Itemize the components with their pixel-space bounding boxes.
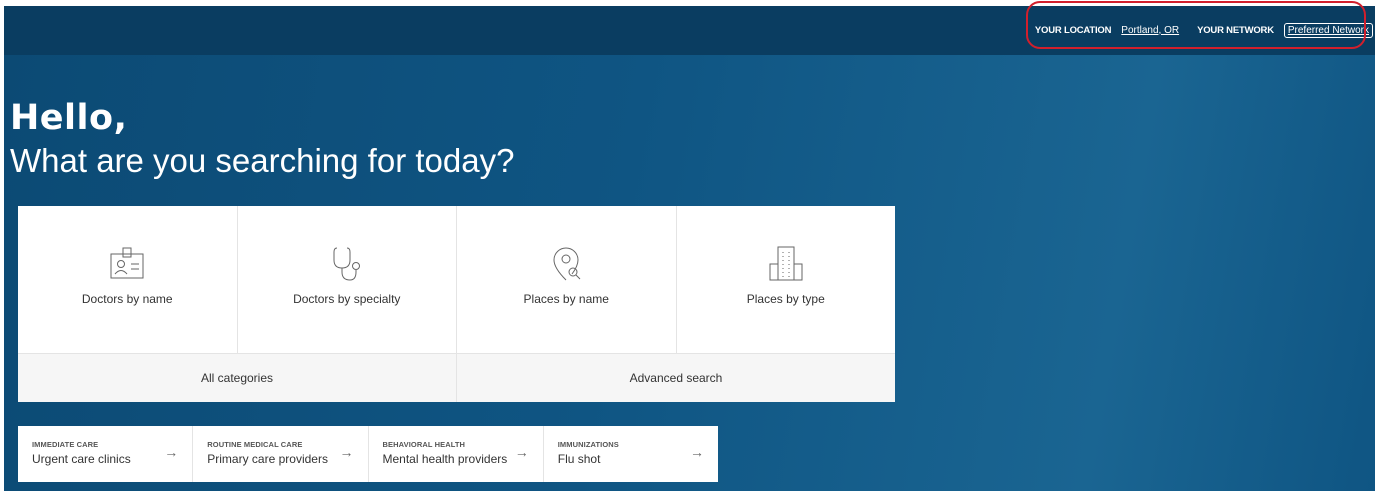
arrow-right-icon: → [690, 444, 704, 460]
quick-links-bar: IMMEDIATE CARE Urgent care clinics → ROU… [18, 426, 718, 482]
tile-label: Doctors by specialty [293, 292, 401, 306]
location-network-group: YOUR LOCATION Portland, OR YOUR NETWORK … [1035, 20, 1373, 40]
search-card: Doctors by name Doctors by specialty Pla… [18, 206, 895, 402]
search-prompt: What are you searching for today? [10, 142, 515, 179]
tile-doctors-by-specialty[interactable]: Doctors by specialty [238, 206, 457, 353]
tile-doctors-by-name[interactable]: Doctors by name [18, 206, 238, 353]
tile-places-by-type[interactable]: Places by type [677, 206, 896, 353]
all-categories-link[interactable]: All categories [18, 354, 457, 402]
network-link[interactable]: Preferred Network [1283, 22, 1373, 38]
tile-label: Doctors by name [81, 292, 173, 306]
quick-link-primary-care[interactable]: ROUTINE MEDICAL CARE Primary care provid… [193, 426, 369, 482]
building-icon [769, 246, 803, 281]
id-badge-icon [110, 247, 144, 279]
card-footer: All categories Advanced search [18, 353, 895, 402]
location-search-icon [553, 247, 581, 281]
arrow-right-icon: → [514, 444, 529, 460]
page-frame: YOUR LOCATION Portland, OR YOUR NETWORK … [4, 6, 1375, 491]
top-bar: YOUR LOCATION Portland, OR YOUR NETWORK … [4, 6, 1375, 55]
stethoscope-icon [333, 247, 360, 281]
quick-link-flu-shot[interactable]: IMMUNIZATIONS Flu shot → [544, 426, 718, 482]
location-link[interactable]: Portland, OR [1121, 25, 1179, 36]
greeting-heading: Hello, [10, 98, 128, 138]
quick-link-mental-health[interactable]: BEHAVIORAL HEALTH Mental health provider… [369, 426, 544, 482]
network-label: YOUR NETWORK [1197, 24, 1274, 36]
arrow-right-icon: → [164, 444, 179, 460]
advanced-search-link[interactable]: Advanced search [457, 354, 895, 402]
tile-label: Places by name [523, 292, 609, 306]
search-tiles: Doctors by name Doctors by specialty Pla… [18, 206, 895, 353]
tile-label: Places by type [746, 292, 825, 306]
tile-places-by-name[interactable]: Places by name [457, 206, 677, 353]
location-label: YOUR LOCATION [1034, 24, 1112, 36]
quick-link-urgent-care[interactable]: IMMEDIATE CARE Urgent care clinics → [18, 426, 194, 482]
arrow-right-icon: → [339, 444, 354, 460]
